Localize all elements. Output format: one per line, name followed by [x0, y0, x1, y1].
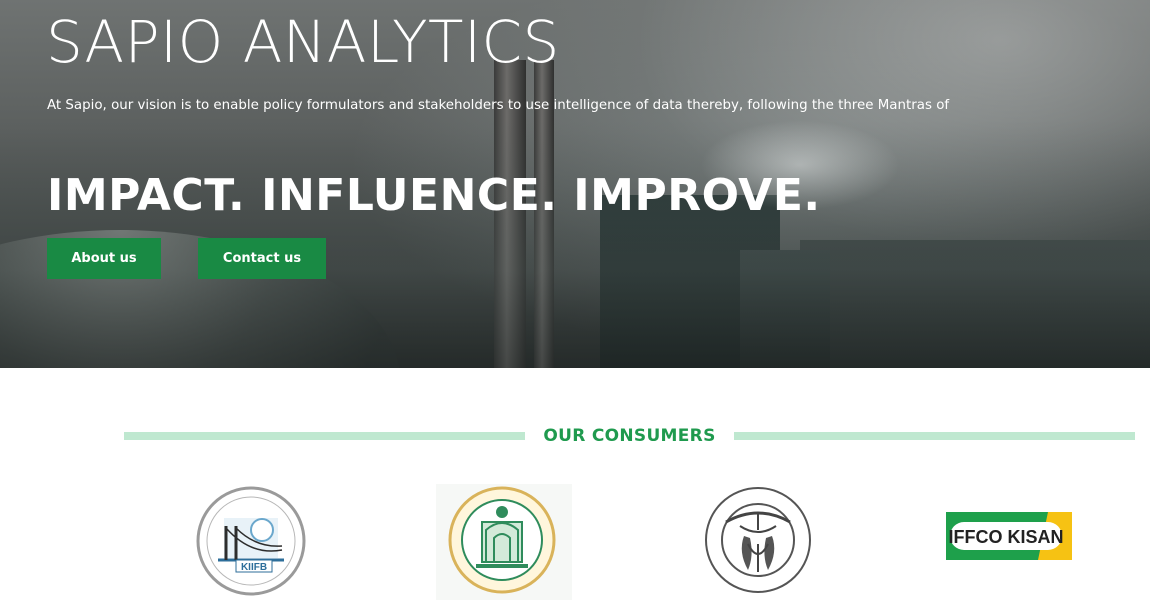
- telangana-emblem-icon: [436, 484, 572, 600]
- hero-tagline: IMPACT. INFLUENCE. IMPROVE.: [47, 170, 821, 221]
- hero-banner: SAPIO ANALYTICS At Sapio, our vision is …: [0, 0, 1150, 368]
- uttar-pradesh-logo[interactable]: [704, 486, 812, 594]
- kiifb-emblem-icon: KIIFB: [196, 486, 306, 596]
- consumers-divider-left: [124, 432, 525, 440]
- page-title: SAPIO ANALYTICS: [46, 8, 560, 76]
- hero-description: At Sapio, our vision is to enable policy…: [47, 98, 950, 113]
- svg-text:IFFCO KISAN: IFFCO KISAN: [949, 527, 1064, 547]
- kiifb-logo[interactable]: KIIFB: [196, 486, 306, 596]
- iffco-kisan-icon: IFFCO KISAN: [946, 512, 1072, 560]
- up-emblem-icon: [705, 487, 811, 593]
- iffco-kisan-logo[interactable]: IFFCO KISAN: [946, 512, 1072, 560]
- consumers-divider-right: [734, 432, 1135, 440]
- telangana-logo[interactable]: [436, 484, 572, 600]
- contact-us-button[interactable]: Contact us: [198, 238, 326, 279]
- about-us-button[interactable]: About us: [47, 238, 161, 279]
- consumers-heading: OUR CONSUMERS: [543, 426, 716, 446]
- svg-text:KIIFB: KIIFB: [241, 562, 267, 573]
- hero-background-haze: [0, 120, 1150, 368]
